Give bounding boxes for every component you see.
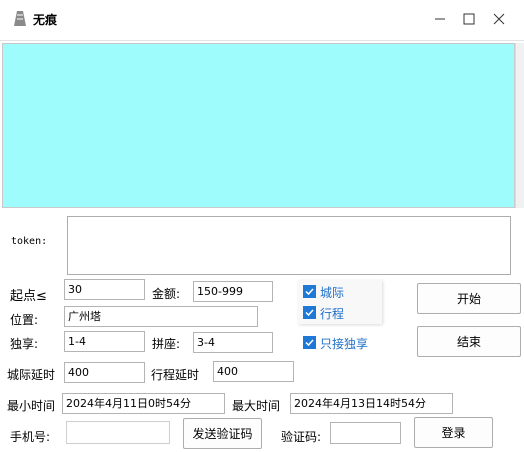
- carpool-label: 拼座:: [152, 337, 181, 351]
- amount-label: 金额:: [152, 287, 181, 301]
- min-time-label: 最小时间: [7, 399, 56, 413]
- code-input[interactable]: [330, 422, 401, 444]
- solo-label: 独享:: [10, 337, 39, 351]
- app-icon: [12, 9, 28, 27]
- solo-only-checkbox-label[interactable]: 只接独享: [320, 335, 368, 352]
- trip-delay-label: 行程延时: [151, 368, 200, 382]
- token-textarea[interactable]: [67, 216, 511, 275]
- phone-label: 手机号:: [10, 430, 51, 444]
- max-time-input[interactable]: 2024年4月13日14时54分: [290, 393, 453, 414]
- window-title: 无痕: [33, 13, 58, 27]
- trip-checkbox[interactable]: [303, 306, 316, 319]
- intercity-delay-label: 城际延时: [7, 368, 56, 382]
- stop-button[interactable]: 结束: [417, 326, 521, 357]
- log-panel[interactable]: [2, 43, 515, 208]
- token-label: token:: [11, 236, 48, 247]
- trip-delay-input[interactable]: 400: [213, 361, 294, 382]
- start-label: 起点≤: [10, 289, 47, 304]
- close-icon[interactable]: [487, 8, 511, 30]
- solo-input[interactable]: 1-4: [64, 331, 145, 352]
- send-code-button[interactable]: 发送验证码: [183, 418, 262, 449]
- amount-input[interactable]: 150-999: [193, 281, 273, 302]
- intercity-delay-input[interactable]: 400: [64, 362, 145, 383]
- carpool-input[interactable]: 3-4: [193, 332, 273, 353]
- min-time-input[interactable]: 2024年4月11日0时54分: [62, 393, 225, 414]
- solo-only-checkbox[interactable]: [303, 336, 316, 349]
- title-divider: [0, 40, 524, 41]
- position-label: 位置:: [10, 313, 39, 327]
- intercity-checkbox[interactable]: [303, 285, 316, 298]
- start-button[interactable]: 开始: [417, 283, 521, 314]
- code-label: 验证码:: [281, 430, 322, 444]
- login-button[interactable]: 登录: [414, 417, 493, 448]
- intercity-checkbox-label[interactable]: 城际: [320, 284, 344, 301]
- position-input[interactable]: 广州塔: [64, 306, 258, 327]
- trip-checkbox-label[interactable]: 行程: [320, 305, 344, 322]
- max-time-label: 最大时间: [232, 399, 281, 413]
- phone-input[interactable]: [66, 421, 170, 444]
- maximize-icon[interactable]: [457, 8, 481, 30]
- start-input[interactable]: 30: [64, 279, 145, 300]
- minimize-icon[interactable]: [428, 8, 452, 30]
- panel-scrollbar[interactable]: [515, 43, 524, 208]
